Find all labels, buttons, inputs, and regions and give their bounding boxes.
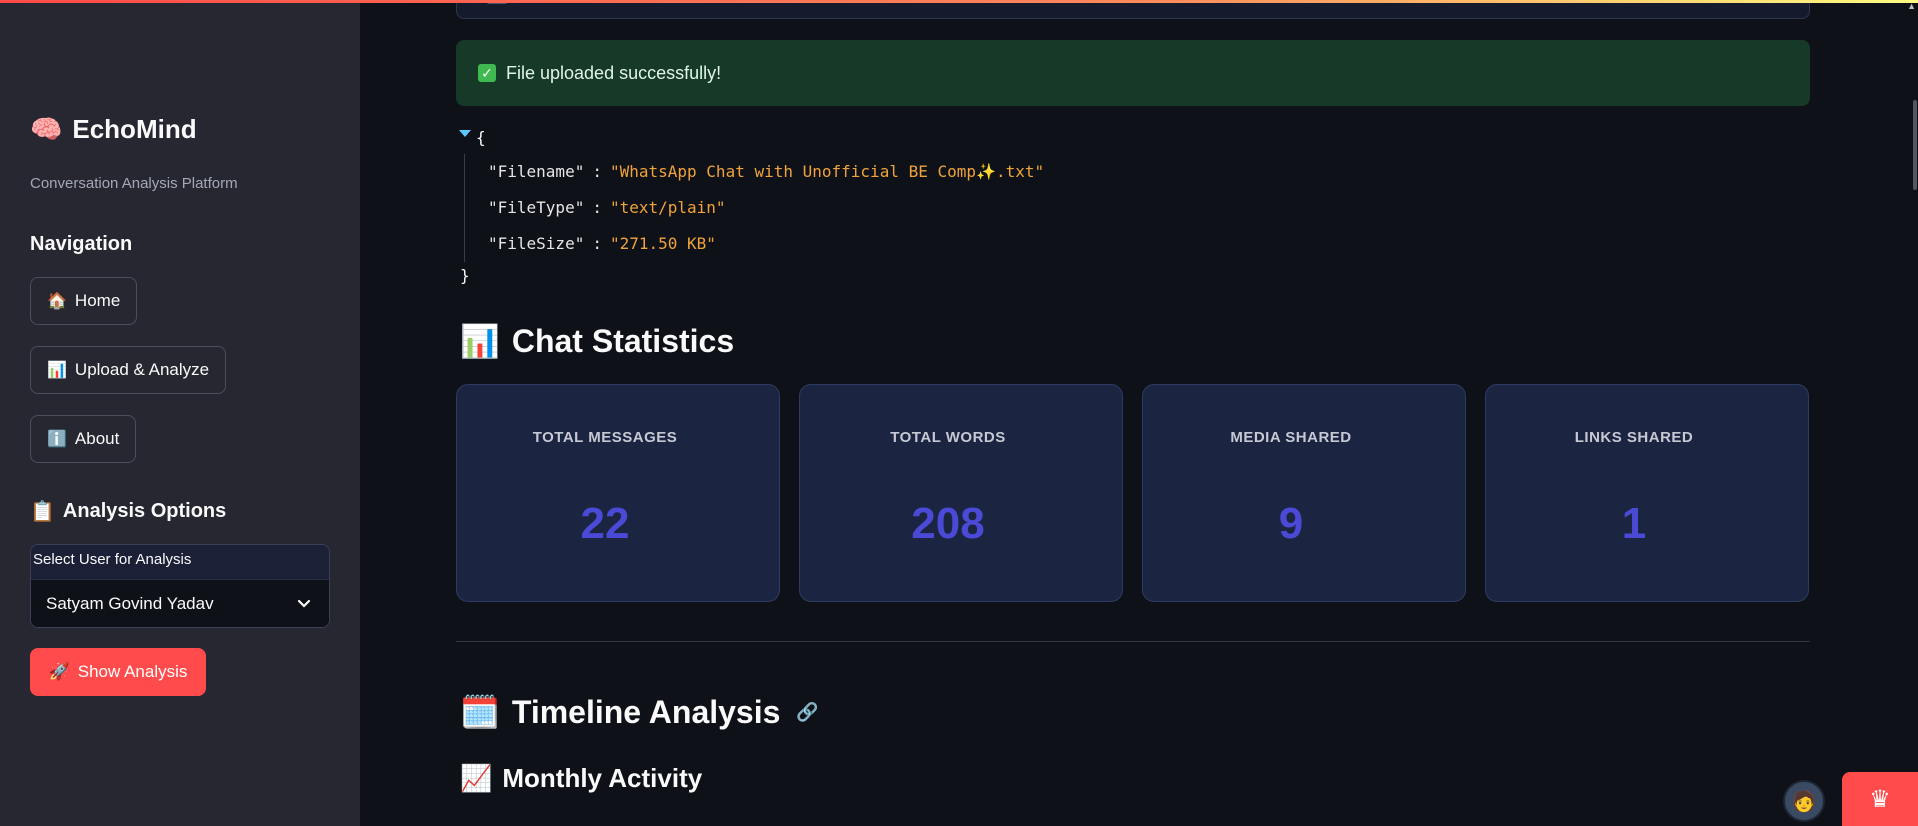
json-separator: : <box>592 234 602 253</box>
json-row-filename: "Filename": "WhatsApp Chat with Unofficia… <box>488 162 1044 181</box>
json-value: "271.50 KB" <box>609 234 716 253</box>
json-brace-open: { <box>476 128 486 147</box>
collapse-caret-icon[interactable] <box>459 130 471 137</box>
show-analysis-label: Show Analysis <box>77 662 188 681</box>
brand: 🧠 EchoMind <box>30 114 197 145</box>
json-separator: : <box>592 198 602 217</box>
metric-card-media-shared: MEDIA SHARED 9 <box>1142 384 1466 602</box>
chevron-down-icon <box>297 599 311 608</box>
metric-value: 9 <box>1278 499 1304 548</box>
metric-card-links-shared: LINKS SHARED 1 <box>1485 384 1809 602</box>
json-row-filetype: "FileType": "text/plain" <box>488 198 726 217</box>
monthly-activity-title: Monthly Activity <box>502 763 703 793</box>
json-guide-line <box>464 154 465 262</box>
scroll-up-arrow-icon[interactable]: ▲ <box>1907 1 1916 11</box>
chat-statistics-heading: 📊 Chat Statistics <box>460 322 734 360</box>
brain-icon: 🧠 <box>30 114 63 144</box>
timeline-analysis-heading: 🗓️ Timeline Analysis 🔗 <box>460 693 819 731</box>
top-progress-line <box>0 0 1918 3</box>
json-brace-close: } <box>460 266 470 285</box>
calendar-icon: 🗓️ <box>460 694 500 730</box>
metric-card-total-messages: TOTAL MESSAGES 22 <box>456 384 780 602</box>
user-avatar[interactable]: 🧑 <box>1783 780 1825 822</box>
nav-about-button[interactable]: ℹ️ About <box>30 415 137 463</box>
bar-chart-icon: 📊 <box>47 362 67 379</box>
info-icon: ℹ️ <box>47 431 67 448</box>
navigation-heading: Navigation <box>30 233 133 255</box>
metric-label: MEDIA SHARED <box>1230 429 1352 446</box>
metric-label: TOTAL WORDS <box>890 429 1006 446</box>
timeline-analysis-title: Timeline Analysis <box>511 693 781 730</box>
section-divider <box>456 641 1810 642</box>
nav-upload-analyze-button[interactable]: 📊 Upload & Analyze <box>30 346 227 394</box>
person-icon: 🧑 <box>1791 790 1817 813</box>
metric-label: LINKS SHARED <box>1574 429 1694 446</box>
json-separator: : <box>592 162 602 181</box>
user-select-value: Satyam Govind Yadav <box>46 593 214 613</box>
metric-value: 208 <box>911 499 985 548</box>
brand-title: EchoMind <box>72 114 197 144</box>
show-analysis-button[interactable]: 🚀 Show Analysis <box>30 648 206 696</box>
user-select-label: Select User for Analysis <box>33 551 192 568</box>
main-scrollbar[interactable] <box>1913 100 1917 190</box>
main-content: ✓ File uploaded successfully! { "Filenam… <box>360 0 1918 826</box>
json-row-filesize: "FileSize": "271.50 KB" <box>488 234 716 253</box>
monthly-activity-heading: 📈 Monthly Activity <box>460 763 702 794</box>
analysis-options-label: Analysis Options <box>62 500 227 522</box>
user-select-container: Select User for Analysis Satyam Govind Y… <box>30 544 330 628</box>
house-icon: 🏠 <box>47 293 67 310</box>
bar-chart-icon: 📊 <box>460 323 500 359</box>
metric-value: 22 <box>580 499 630 548</box>
rocket-icon: 🚀 <box>48 662 70 681</box>
sidebar: 🧠 EchoMind Conversation Analysis Platfor… <box>0 0 360 826</box>
nav-about-label: About <box>74 429 120 448</box>
success-message: File uploaded successfully! <box>506 62 722 83</box>
nav-upload-analyze-label: Upload & Analyze <box>74 360 210 379</box>
json-value: "text/plain" <box>609 198 726 217</box>
success-alert: ✓ File uploaded successfully! <box>456 40 1810 106</box>
streamlit-crown-button[interactable]: ♛ <box>1842 772 1918 826</box>
user-select[interactable]: Satyam Govind Yadav <box>31 579 329 627</box>
clipboard-icon: 📋 <box>30 501 55 523</box>
metric-card-total-words: TOTAL WORDS 208 <box>799 384 1123 602</box>
chat-statistics-title: Chat Statistics <box>511 322 735 359</box>
json-value: "WhatsApp Chat with Unofficial BE Comp✨.… <box>609 162 1045 181</box>
json-key: "Filename" <box>488 162 585 181</box>
nav-home-button[interactable]: 🏠 Home <box>30 277 138 325</box>
anchor-link-icon[interactable]: 🔗 <box>796 702 818 723</box>
brand-subtitle: Conversation Analysis Platform <box>30 175 238 192</box>
analysis-options-heading: 📋 Analysis Options <box>30 499 226 524</box>
nav-home-label: Home <box>74 291 121 310</box>
json-key: "FileSize" <box>488 234 585 253</box>
json-key: "FileType" <box>488 198 585 217</box>
metric-label: TOTAL MESSAGES <box>532 429 678 446</box>
metric-value: 1 <box>1621 499 1647 548</box>
checkmark-icon: ✓ <box>478 64 496 82</box>
chart-increasing-icon: 📈 <box>460 763 493 793</box>
crown-icon: ♛ <box>1869 785 1891 813</box>
